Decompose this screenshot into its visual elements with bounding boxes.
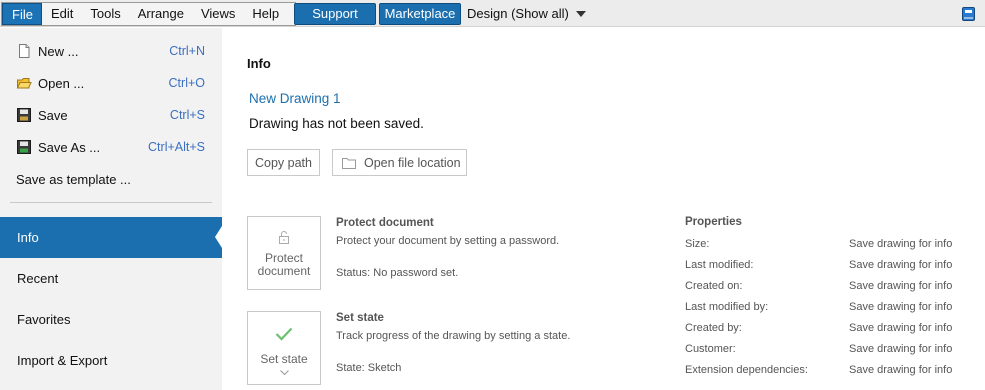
protect-tile-label-2: document <box>257 264 311 278</box>
property-value: Save drawing for info <box>849 301 953 313</box>
save-as-template-label: Save as template ... <box>16 171 131 187</box>
property-row: Created on: Save drawing for info <box>685 280 965 296</box>
protect-status: Status: No password set. <box>336 267 459 279</box>
save-status-text: Drawing has not been saved. <box>249 116 424 131</box>
new-shortcut: Ctrl+N <box>169 44 205 58</box>
design-dropdown-label: Design (Show all) <box>467 6 569 21</box>
set-state-tile[interactable]: Set state <box>247 311 321 385</box>
save-as-command[interactable]: Save As ... Ctrl+Alt+S <box>0 133 222 161</box>
property-row: Last modified: Save drawing for info <box>685 259 965 275</box>
info-panel: Info New Drawing 1 Drawing has not been … <box>222 28 985 390</box>
backstage-panel: New ... Ctrl+N Open ... Ctrl+O Save Ctrl… <box>0 28 222 390</box>
copy-path-button[interactable]: Copy path <box>247 149 320 176</box>
save-as-shortcut: Ctrl+Alt+S <box>148 140 205 154</box>
property-row: Last modified by: Save drawing for info <box>685 301 965 317</box>
lock-icon <box>279 231 289 244</box>
properties-title: Properties <box>685 216 742 228</box>
nav-info[interactable]: Info <box>0 217 222 258</box>
checkmark-icon <box>275 327 293 341</box>
menu-edit[interactable]: Edit <box>42 3 81 25</box>
property-row: Size: Save drawing for info <box>685 238 965 254</box>
save-shortcut: Ctrl+S <box>169 108 205 122</box>
property-key: Created on: <box>685 280 743 292</box>
protect-document-title: Protect document <box>336 217 434 229</box>
property-value: Save drawing for info <box>849 238 953 250</box>
new-command-label: New ... <box>38 43 79 59</box>
nav-recent[interactable]: Recent <box>0 258 222 299</box>
property-key: Customer: <box>685 343 736 355</box>
design-dropdown[interactable]: Design (Show all) <box>467 3 586 25</box>
marketplace-button[interactable]: Marketplace <box>379 3 461 25</box>
page-title: Info <box>247 56 271 71</box>
menu-file[interactable]: File <box>2 3 42 25</box>
property-key: Last modified by: <box>685 301 769 313</box>
open-command[interactable]: Open ... Ctrl+O <box>0 69 222 97</box>
property-value: Save drawing for info <box>849 364 953 376</box>
open-file-location-label: Open file location <box>364 155 461 170</box>
menu-bar: File Edit Tools Arrange Views Help Suppo… <box>0 0 985 27</box>
chevron-down-icon <box>280 370 289 376</box>
copy-path-label: Copy path <box>255 155 312 170</box>
menu-tools[interactable]: Tools <box>81 3 128 25</box>
property-key: Extension dependencies: <box>685 364 808 376</box>
save-command-label: Save <box>38 107 68 123</box>
open-file-location-button[interactable]: Open file location <box>332 149 467 176</box>
protect-document-description: Protect your document by setting a passw… <box>336 235 560 247</box>
set-state-title: Set state <box>336 312 384 324</box>
save-as-template-command[interactable]: Save as template ... <box>0 165 222 193</box>
property-row: Extension dependencies: Save drawing for… <box>685 364 965 380</box>
main-menu: File Edit Tools Arrange Views Help <box>1 2 297 26</box>
save-as-command-label: Save As ... <box>38 139 101 155</box>
property-key: Size: <box>685 238 710 250</box>
set-state-description: Track progress of the drawing by setting… <box>336 330 571 342</box>
folder-icon <box>342 157 356 169</box>
menu-help[interactable]: Help <box>243 3 287 25</box>
property-value: Save drawing for info <box>849 259 953 271</box>
property-value: Save drawing for info <box>849 343 953 355</box>
nav-favorites[interactable]: Favorites <box>0 299 222 340</box>
state-status: State: Sketch <box>336 362 402 374</box>
property-value: Save drawing for info <box>849 280 953 292</box>
save-command[interactable]: Save Ctrl+S <box>0 101 222 129</box>
new-command[interactable]: New ... Ctrl+N <box>0 37 222 65</box>
property-key: Last modified: <box>685 259 754 271</box>
chevron-down-icon <box>575 11 586 17</box>
menu-arrange[interactable]: Arrange <box>129 3 192 25</box>
menu-views[interactable]: Views <box>192 3 243 25</box>
open-shortcut: Ctrl+O <box>168 76 205 90</box>
save-disk-icon <box>17 108 31 122</box>
open-folder-icon <box>16 78 32 89</box>
book-icon[interactable] <box>961 6 976 22</box>
property-value: Save drawing for info <box>849 322 953 334</box>
property-row: Customer: Save drawing for info <box>685 343 965 359</box>
property-key: Created by: <box>685 322 742 334</box>
nav-import-export[interactable]: Import & Export <box>0 340 222 381</box>
open-command-label: Open ... <box>38 75 85 91</box>
drawing-name: New Drawing 1 <box>249 91 341 106</box>
new-document-icon <box>19 44 30 58</box>
protect-document-tile[interactable]: Protect document <box>247 216 321 290</box>
set-state-tile-label: Set state <box>260 352 308 366</box>
backstage-divider <box>10 202 212 203</box>
save-as-icon <box>17 140 31 154</box>
support-button[interactable]: Support <box>294 3 376 25</box>
property-row: Created by: Save drawing for info <box>685 322 965 338</box>
